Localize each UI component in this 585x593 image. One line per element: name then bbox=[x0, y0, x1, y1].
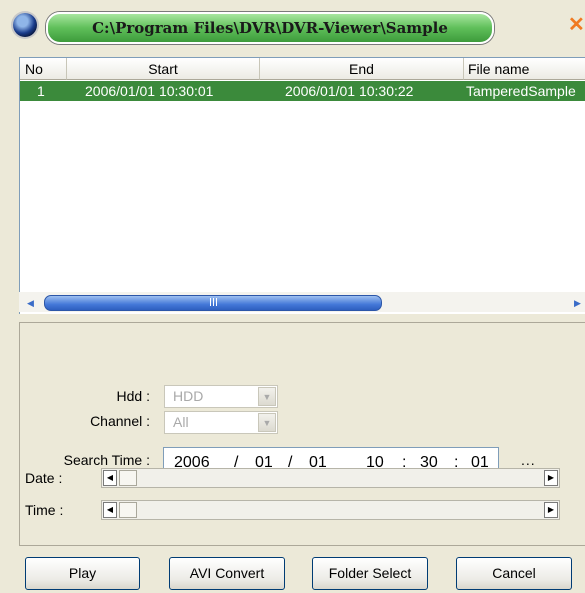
column-header-end[interactable]: End bbox=[260, 58, 464, 80]
cell-file-name: TamperedSample bbox=[466, 83, 576, 99]
column-header-file-name[interactable]: File name bbox=[464, 58, 585, 80]
table-row[interactable]: 1 2006/01/01 10:30:01 2006/01/01 10:30:2… bbox=[20, 81, 585, 101]
slider-right-arrow-icon[interactable]: ▶ bbox=[544, 470, 558, 486]
cell-no: 1 bbox=[37, 83, 45, 99]
window-title: C:\Program Files\DVR\DVR-Viewer\Sample bbox=[46, 12, 494, 44]
search-time-label: Search Time : bbox=[63, 452, 150, 468]
scrollbar-thumb[interactable] bbox=[44, 295, 382, 311]
avi-convert-button[interactable]: AVI Convert bbox=[169, 557, 285, 590]
play-button[interactable]: Play bbox=[25, 557, 140, 590]
hdd-value: HDD bbox=[173, 388, 204, 404]
chevron-down-icon: ▼ bbox=[258, 413, 276, 432]
close-icon[interactable]: ✕ bbox=[568, 15, 585, 35]
date-slider-thumb[interactable] bbox=[119, 470, 137, 486]
time-slider-thumb[interactable] bbox=[119, 502, 137, 518]
time-slider[interactable]: ◀ ▶ bbox=[101, 500, 560, 520]
date-slider-label: Date : bbox=[25, 470, 63, 486]
file-list[interactable]: No Start End File name 1 2006/01/01 10:3… bbox=[19, 57, 585, 314]
hdd-label: Hdd : bbox=[116, 388, 150, 404]
time-slider-label: Time : bbox=[25, 502, 64, 518]
channel-value: All bbox=[173, 414, 189, 430]
cancel-button[interactable]: Cancel bbox=[456, 557, 572, 590]
slider-left-arrow-icon[interactable]: ◀ bbox=[103, 470, 117, 486]
browse-time-button[interactable]: ... bbox=[521, 452, 536, 468]
channel-label: Channel : bbox=[90, 413, 150, 429]
channel-select: All ▼ bbox=[164, 411, 278, 434]
chevron-down-icon: ▼ bbox=[258, 387, 276, 406]
cell-end: 2006/01/01 10:30:22 bbox=[285, 83, 414, 99]
scroll-left-arrow-icon[interactable]: ◀ bbox=[27, 298, 34, 309]
column-header-no[interactable]: No bbox=[20, 58, 67, 80]
date-slider[interactable]: ◀ ▶ bbox=[101, 468, 560, 488]
folder-select-button[interactable]: Folder Select bbox=[312, 557, 428, 590]
cell-start: 2006/01/01 10:30:01 bbox=[85, 83, 214, 99]
app-globe-icon[interactable] bbox=[13, 13, 37, 37]
list-horizontal-scrollbar[interactable]: ◀ ▶ bbox=[19, 292, 585, 312]
column-header-start[interactable]: Start bbox=[67, 58, 260, 80]
hdd-select: HDD ▼ bbox=[164, 385, 278, 408]
slider-left-arrow-icon[interactable]: ◀ bbox=[103, 502, 117, 518]
grip-icon bbox=[210, 298, 218, 306]
scroll-right-arrow-icon[interactable]: ▶ bbox=[574, 298, 581, 309]
slider-right-arrow-icon[interactable]: ▶ bbox=[544, 502, 558, 518]
